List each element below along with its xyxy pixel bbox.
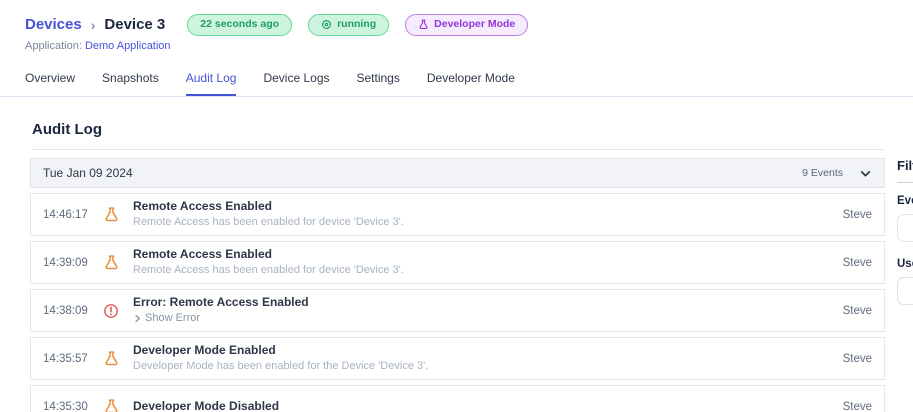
filter-panel-title: Filter — [897, 158, 913, 173]
event-description: Developer Mode has been enabled for the … — [133, 360, 429, 373]
event-body: Developer Mode Enabled Developer Mode ha… — [133, 342, 843, 374]
flask-icon — [418, 19, 429, 30]
page-title: Audit Log — [32, 121, 102, 138]
event-user: Steve — [842, 208, 872, 221]
group-header-right: 9 Events — [802, 167, 872, 180]
breadcrumb: Devices › Device 3 22 seconds ago runnin… — [25, 14, 529, 36]
tab-overview[interactable]: Overview — [25, 64, 75, 96]
audit-event-row: 14:35:57 Developer Mode Enabled Develope… — [30, 337, 885, 380]
error-icon — [103, 303, 133, 319]
status-badges: 22 seconds ago running Developer Mode — [187, 14, 529, 36]
filter-events-label: Events — [897, 195, 913, 207]
tab-audit-log[interactable]: Audit Log — [185, 64, 237, 96]
running-status-badge: running — [308, 14, 390, 36]
tab-developer-mode[interactable]: Developer Mode — [427, 64, 515, 96]
show-error-label: Show Error — [145, 312, 201, 324]
event-title: Remote Access Enabled — [133, 199, 272, 214]
developer-mode-label: Developer Mode — [434, 18, 516, 30]
flask-icon — [103, 398, 133, 412]
audit-event-row: 14:46:17 Remote Access Enabled Remote Ac… — [30, 193, 885, 236]
filter-panel: Filter Events User — [897, 158, 913, 305]
status-running-icon — [321, 19, 332, 30]
event-body: Remote Access Enabled Remote Access has … — [133, 198, 843, 230]
event-time: 14:35:57 — [43, 352, 88, 365]
date-group-header[interactable]: Tue Jan 09 2024 9 Events — [30, 158, 885, 188]
audit-log-list: Tue Jan 09 2024 9 Events 14:46:17 Remote… — [30, 158, 885, 412]
event-title: Remote Access Enabled — [133, 247, 272, 262]
audit-event-row-error: 14:38:09 Error: Remote Access Enabled Sh… — [30, 289, 885, 332]
audit-event-row: 14:35:30 Developer Mode Disabled Steve — [30, 385, 885, 412]
event-body: Remote Access Enabled Remote Access has … — [133, 246, 843, 278]
application-line: Application: Demo Application — [25, 40, 171, 52]
breadcrumb-current-device: Device 3 — [104, 16, 166, 34]
breadcrumb-devices-link[interactable]: Devices — [25, 16, 82, 33]
tab-device-logs[interactable]: Device Logs — [263, 64, 329, 96]
flask-icon — [103, 254, 133, 271]
event-time: 14:35:30 — [43, 400, 88, 412]
last-seen-label: 22 seconds ago — [200, 18, 280, 30]
event-time: 14:46:17 — [43, 208, 88, 221]
event-time: 14:38:09 — [43, 304, 88, 317]
event-title: Error: Remote Access Enabled — [133, 294, 309, 309]
flask-icon — [103, 350, 133, 367]
event-user: Steve — [842, 304, 872, 317]
event-body: Developer Mode Disabled — [133, 398, 843, 412]
show-error-toggle[interactable]: Show Error — [133, 312, 200, 324]
filter-divider — [897, 182, 913, 183]
events-count: 9 Events — [802, 167, 843, 179]
event-description: Remote Access has been enabled for devic… — [133, 216, 404, 229]
chevron-down-icon[interactable] — [859, 167, 872, 180]
status-label: running — [337, 18, 377, 30]
flask-icon — [103, 206, 133, 223]
event-user: Steve — [842, 400, 872, 412]
application-label: Application: — [25, 40, 82, 52]
tab-settings[interactable]: Settings — [357, 64, 400, 96]
filter-user-input[interactable] — [897, 277, 913, 305]
application-link[interactable]: Demo Application — [85, 40, 171, 52]
event-title: Developer Mode Enabled — [133, 343, 276, 358]
event-title: Developer Mode Disabled — [133, 399, 280, 412]
event-body: Error: Remote Access Enabled Show Error — [133, 294, 843, 328]
breadcrumb-separator: › — [90, 16, 96, 33]
event-description: Remote Access has been enabled for devic… — [133, 264, 404, 277]
section-divider — [32, 149, 885, 150]
event-user: Steve — [842, 352, 872, 365]
last-seen-badge: 22 seconds ago — [187, 14, 293, 36]
event-time: 14:39:09 — [43, 256, 88, 269]
group-date: Tue Jan 09 2024 — [43, 166, 133, 180]
audit-event-row: 14:39:09 Remote Access Enabled Remote Ac… — [30, 241, 885, 284]
chevron-right-icon — [133, 314, 142, 323]
device-tabs: Overview Snapshots Audit Log Device Logs… — [0, 64, 913, 97]
tab-snapshots[interactable]: Snapshots — [102, 64, 159, 96]
filter-user-label: User — [897, 258, 913, 270]
event-user: Steve — [842, 256, 872, 269]
device-detail-page: Devices › Device 3 22 seconds ago runnin… — [0, 0, 913, 412]
filter-events-input[interactable] — [897, 214, 913, 242]
developer-mode-badge: Developer Mode — [405, 14, 529, 36]
